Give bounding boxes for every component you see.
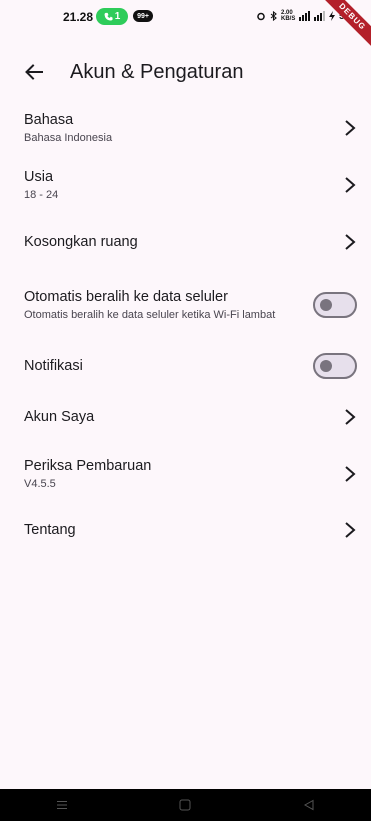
- auto-switch-description: Otomatis beralih ke data seluler ketika …: [24, 308, 276, 321]
- home-square-icon: [179, 799, 191, 811]
- about-setting[interactable]: Tentang: [0, 505, 371, 555]
- alarm-icon: [257, 12, 265, 21]
- network-speed: 2.00 KB/S: [280, 10, 296, 22]
- chevron-right-icon: [345, 177, 356, 193]
- chevron-right-icon: [345, 120, 356, 136]
- notifications-title: Notifikasi: [24, 358, 83, 374]
- clear-space-setting[interactable]: Kosongkan ruang: [0, 214, 371, 269]
- check-update-setting[interactable]: Periksa Pembaruan V4.5.5: [0, 443, 371, 505]
- back-triangle-icon: [304, 799, 314, 811]
- debug-banner: DEBUG: [315, 0, 371, 54]
- status-pill: 1: [96, 8, 128, 25]
- language-title: Bahasa: [24, 111, 74, 128]
- back-button[interactable]: [22, 60, 46, 84]
- charging-icon: [328, 11, 335, 21]
- arrow-left-icon: [25, 64, 43, 80]
- recent-apps-button[interactable]: [42, 793, 82, 817]
- about-title: Tentang: [24, 522, 76, 538]
- status-bar: 21.28 1 99+ 2.00 KB/S 55% DEBUG: [0, 0, 371, 54]
- signal-icon: [298, 11, 325, 21]
- language-setting[interactable]: Bahasa Bahasa Indonesia: [0, 100, 371, 156]
- age-setting[interactable]: Usia 18 - 24: [0, 156, 371, 214]
- notification-count-badge: 99+: [133, 10, 153, 22]
- app-bar: Akun & Pengaturan: [0, 52, 371, 92]
- chevron-right-icon: [345, 233, 356, 250]
- system-navigation-bar: [0, 789, 371, 821]
- status-pill-count: 1: [114, 11, 121, 22]
- language-value: Bahasa Indonesia: [24, 131, 113, 144]
- system-back-button[interactable]: [289, 793, 329, 817]
- notifications-setting: Notifikasi: [0, 341, 371, 391]
- chevron-right-icon: [345, 466, 356, 482]
- call-icon: [104, 12, 113, 21]
- clear-space-title: Kosongkan ruang: [24, 233, 138, 250]
- age-value: 18 - 24: [24, 188, 59, 201]
- auto-switch-title: Otomatis beralih ke data seluler: [24, 288, 228, 305]
- auto-switch-toggle[interactable]: [313, 292, 357, 318]
- chevron-right-icon: [345, 522, 356, 538]
- notifications-toggle[interactable]: [313, 353, 357, 379]
- auto-switch-setting: Otomatis beralih ke data seluler Otomati…: [0, 269, 371, 341]
- my-account-title: Akun Saya: [24, 409, 95, 425]
- toggle-knob: [320, 360, 332, 372]
- bluetooth-icon: [270, 11, 277, 21]
- home-button[interactable]: [165, 793, 205, 817]
- page-title: Akun & Pengaturan: [70, 60, 244, 83]
- settings-list: Bahasa Bahasa Indonesia Usia 18 - 24 Kos…: [0, 100, 371, 555]
- chevron-right-icon: [345, 409, 356, 425]
- my-account-setting[interactable]: Akun Saya: [0, 391, 371, 443]
- menu-icon: [56, 801, 67, 809]
- app-version: V4.5.5: [24, 477, 56, 490]
- age-title: Usia: [24, 168, 54, 185]
- status-time: 21.28: [63, 10, 94, 24]
- check-update-title: Periksa Pembaruan: [24, 457, 152, 474]
- toggle-knob: [320, 299, 332, 311]
